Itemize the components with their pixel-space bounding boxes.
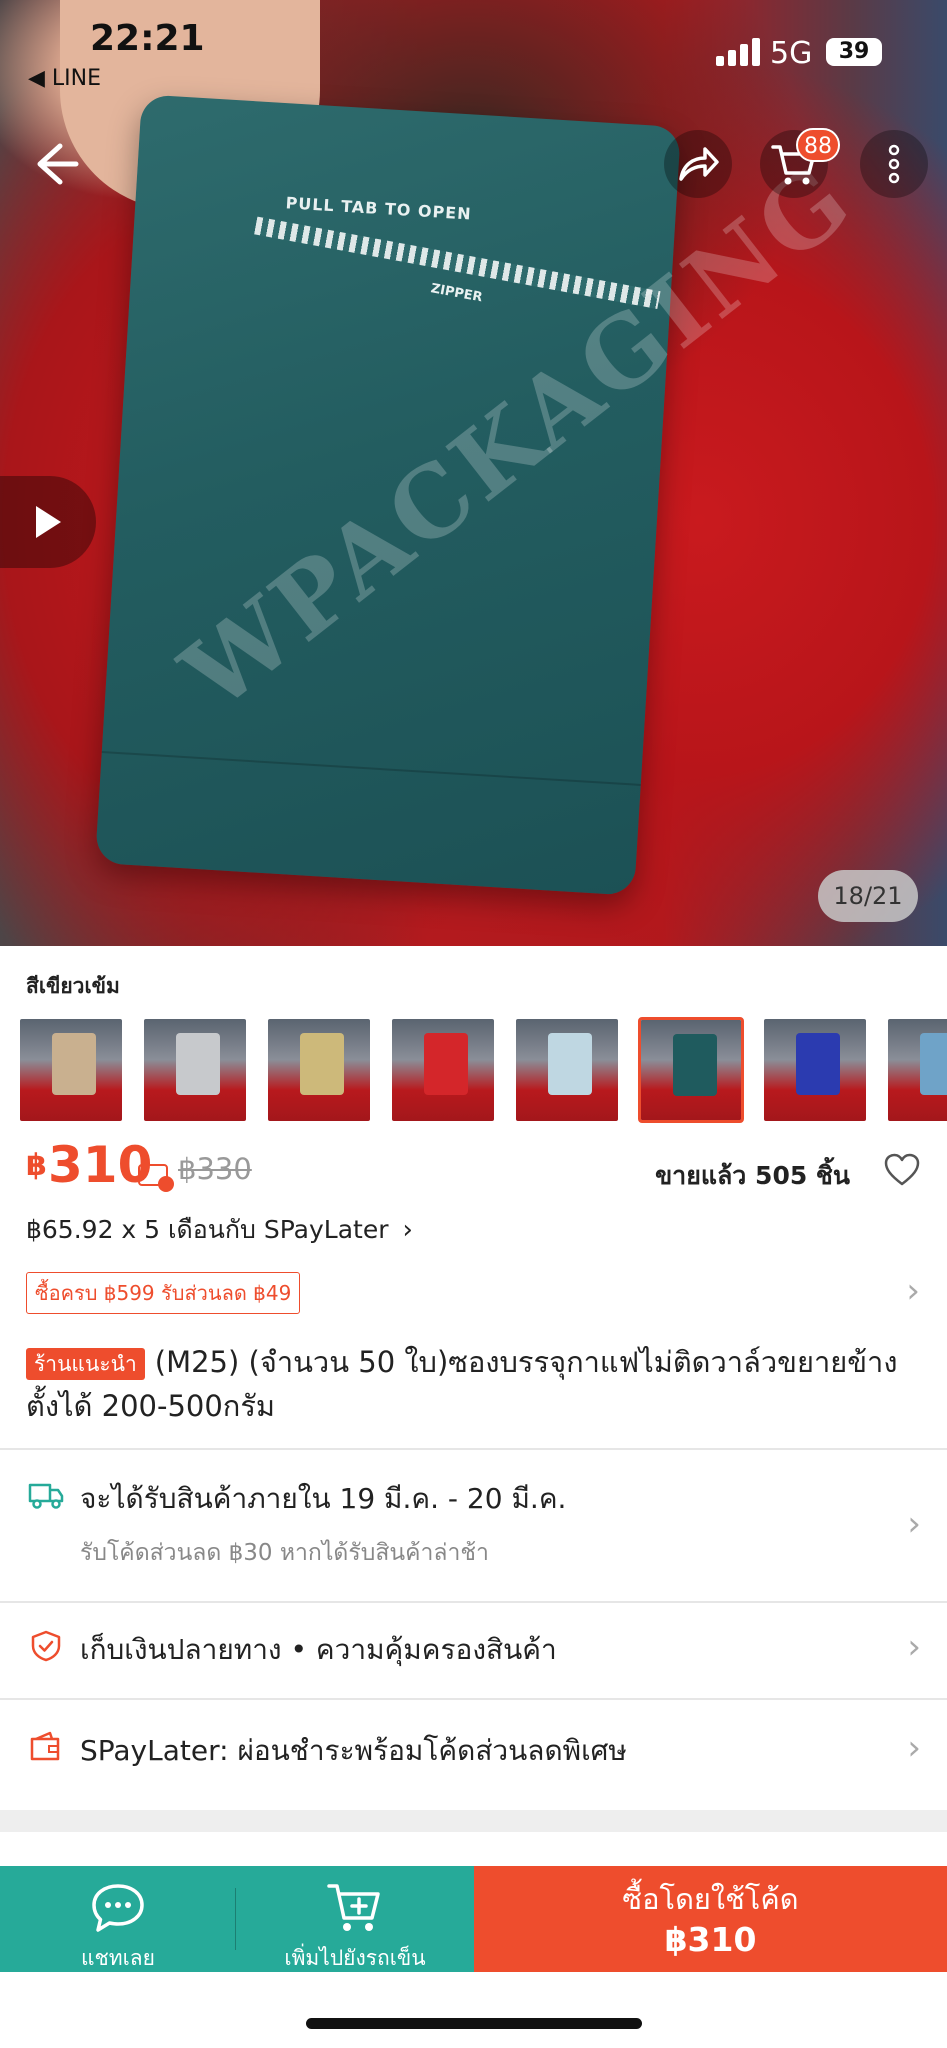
thumbnail-pouch xyxy=(300,1033,344,1095)
shield-check-icon xyxy=(31,1630,61,1662)
back-button[interactable] xyxy=(20,130,88,198)
thumbnail-pouch xyxy=(424,1033,468,1095)
more-options-button[interactable] xyxy=(860,130,928,198)
chevron-right-icon: › xyxy=(907,1504,921,1544)
chat-now-button[interactable]: แชทเลย xyxy=(0,1866,236,1972)
guarantee-row[interactable]: เก็บเงินปลายทาง • ความคุ้มครองสินค้า › xyxy=(0,1602,947,1698)
signal-icon xyxy=(716,38,760,66)
product-image-gallery[interactable]: PULL TAB TO OPEN ZIPPER WPACKAGING 22:21… xyxy=(0,0,947,946)
share-button[interactable] xyxy=(664,130,732,198)
chat-now-label: แชทเลย xyxy=(81,1946,155,1970)
back-to-app-link[interactable]: ◀ LINE xyxy=(28,66,101,91)
voucher-row[interactable]: ซื้อครบ ฿599 รับส่วนลด ฿49 › xyxy=(26,1271,920,1314)
coin-cashback-icon xyxy=(138,1164,174,1192)
bag-print-text: PULL TAB TO OPEN xyxy=(285,193,473,224)
chat-icon xyxy=(92,1884,144,1932)
play-video-button[interactable] xyxy=(0,476,96,568)
late-delivery-voucher: รับโค้ดส่วนลด ฿30 หากได้รับสินค้าล่าช้า xyxy=(80,1540,489,1566)
thumbnail-pouch xyxy=(920,1033,947,1095)
network-type: 5G xyxy=(770,36,813,71)
spaylater-promo: SPayLater: ผ่อนชำระพร้อมโค้ดส่วนลดพิเศษ xyxy=(80,1734,627,1767)
add-to-cart-button[interactable]: เพิ่มไปยังรถเข็น xyxy=(236,1866,474,1972)
truck-icon xyxy=(28,1483,64,1509)
chevron-right-icon: › xyxy=(402,1215,413,1245)
add-to-cart-label: เพิ่มไปยังรถเข็น xyxy=(284,1946,426,1970)
variant-thumbnail[interactable] xyxy=(762,1017,868,1123)
section-separator xyxy=(0,1810,947,1832)
variant-thumbnail[interactable] xyxy=(390,1017,496,1123)
variant-thumbnail[interactable] xyxy=(266,1017,372,1123)
variant-thumbnail[interactable] xyxy=(514,1017,620,1123)
variant-thumbnails xyxy=(18,1017,947,1123)
thumbnail-pouch xyxy=(176,1033,220,1095)
thumbnail-pouch xyxy=(796,1033,840,1095)
more-vertical-icon xyxy=(888,144,900,184)
variant-thumbnail[interactable] xyxy=(142,1017,248,1123)
spaylater-row[interactable]: SPayLater: ผ่อนชำระพร้อมโค้ดส่วนลดพิเศษ … xyxy=(0,1699,947,1809)
back-arrow-icon xyxy=(37,143,79,185)
image-counter: 18/21 xyxy=(818,870,918,922)
status-bar: 22:21 ◀ LINE 5G 39 xyxy=(0,0,947,91)
chevron-right-icon: › xyxy=(906,1271,920,1311)
like-button[interactable] xyxy=(882,1150,922,1190)
battery-icon: 39 xyxy=(826,38,882,66)
shipping-row[interactable]: จะได้รับสินค้าภายใน 19 มี.ค. - 20 มี.ค. … xyxy=(0,1449,947,1601)
status-time: 22:21 xyxy=(90,18,205,59)
cod-and-protection: เก็บเงินปลายทาง • ความคุ้มครองสินค้า xyxy=(80,1633,557,1666)
current-price: 310 xyxy=(48,1136,153,1194)
product-title: ร้านแนะนำ (M25) (จำนวน 50 ใบ)ซองบรรจุกาแฟ… xyxy=(26,1340,906,1428)
installment-link[interactable]: ฿65.92 x 5 เดือนกับ SPayLater › xyxy=(26,1210,413,1250)
play-icon xyxy=(36,506,61,538)
buy-with-voucher-label: ซื้อโดยใช้โค้ด xyxy=(622,1882,799,1916)
chevron-right-icon: › xyxy=(907,1627,921,1667)
thumbnail-pouch xyxy=(548,1033,592,1095)
selected-variant-name: สีเขียวเข้ม xyxy=(26,974,120,998)
product-title-text: (M25) (จำนวน 50 ใบ)ซองบรรจุกาแฟไม่ติดวาล… xyxy=(26,1345,898,1423)
original-price: ฿330 xyxy=(178,1152,252,1186)
variant-thumbnail[interactable] xyxy=(638,1017,744,1123)
chevron-right-icon: › xyxy=(907,1728,921,1768)
buy-with-voucher-button[interactable]: ซื้อโดยใช้โค้ด ฿310 xyxy=(474,1866,947,1972)
buy-price: ฿310 xyxy=(664,1920,757,1959)
installment-text: ฿65.92 x 5 เดือนกับ SPayLater xyxy=(26,1215,389,1244)
price-currency: ฿ xyxy=(26,1148,47,1183)
preferred-shop-tag: ร้านแนะนำ xyxy=(26,1348,145,1380)
delivery-estimate: จะได้รับสินค้าภายใน 19 มี.ค. - 20 มี.ค. xyxy=(80,1482,567,1515)
bag-seal-line xyxy=(101,751,641,786)
bottom-action-bar: แชทเลย เพิ่มไปยังรถเข็น ซื้อโดยใช้โค้ด ฿… xyxy=(0,1866,947,1972)
add-to-cart-icon xyxy=(327,1884,380,1931)
variant-thumbnail[interactable] xyxy=(886,1017,947,1123)
sold-count: ขายแล้ว 505 ชิ้น xyxy=(655,1161,850,1190)
variant-thumbnail[interactable] xyxy=(18,1017,124,1123)
heart-icon xyxy=(884,1153,920,1186)
price-row: ฿ 310 ฿330 ขายแล้ว 505 ชิ้น xyxy=(26,1136,926,1202)
home-indicator xyxy=(306,2018,642,2029)
zipper-print-text: ZIPPER xyxy=(429,281,484,306)
thumbnail-pouch xyxy=(52,1033,96,1095)
thumbnail-pouch xyxy=(673,1034,717,1096)
wallet-icon xyxy=(30,1731,60,1761)
shop-voucher-badge: ซื้อครบ ฿599 รับส่วนลด ฿49 xyxy=(26,1272,301,1314)
cart-count-badge: 88 xyxy=(796,128,840,162)
share-icon xyxy=(679,147,719,181)
